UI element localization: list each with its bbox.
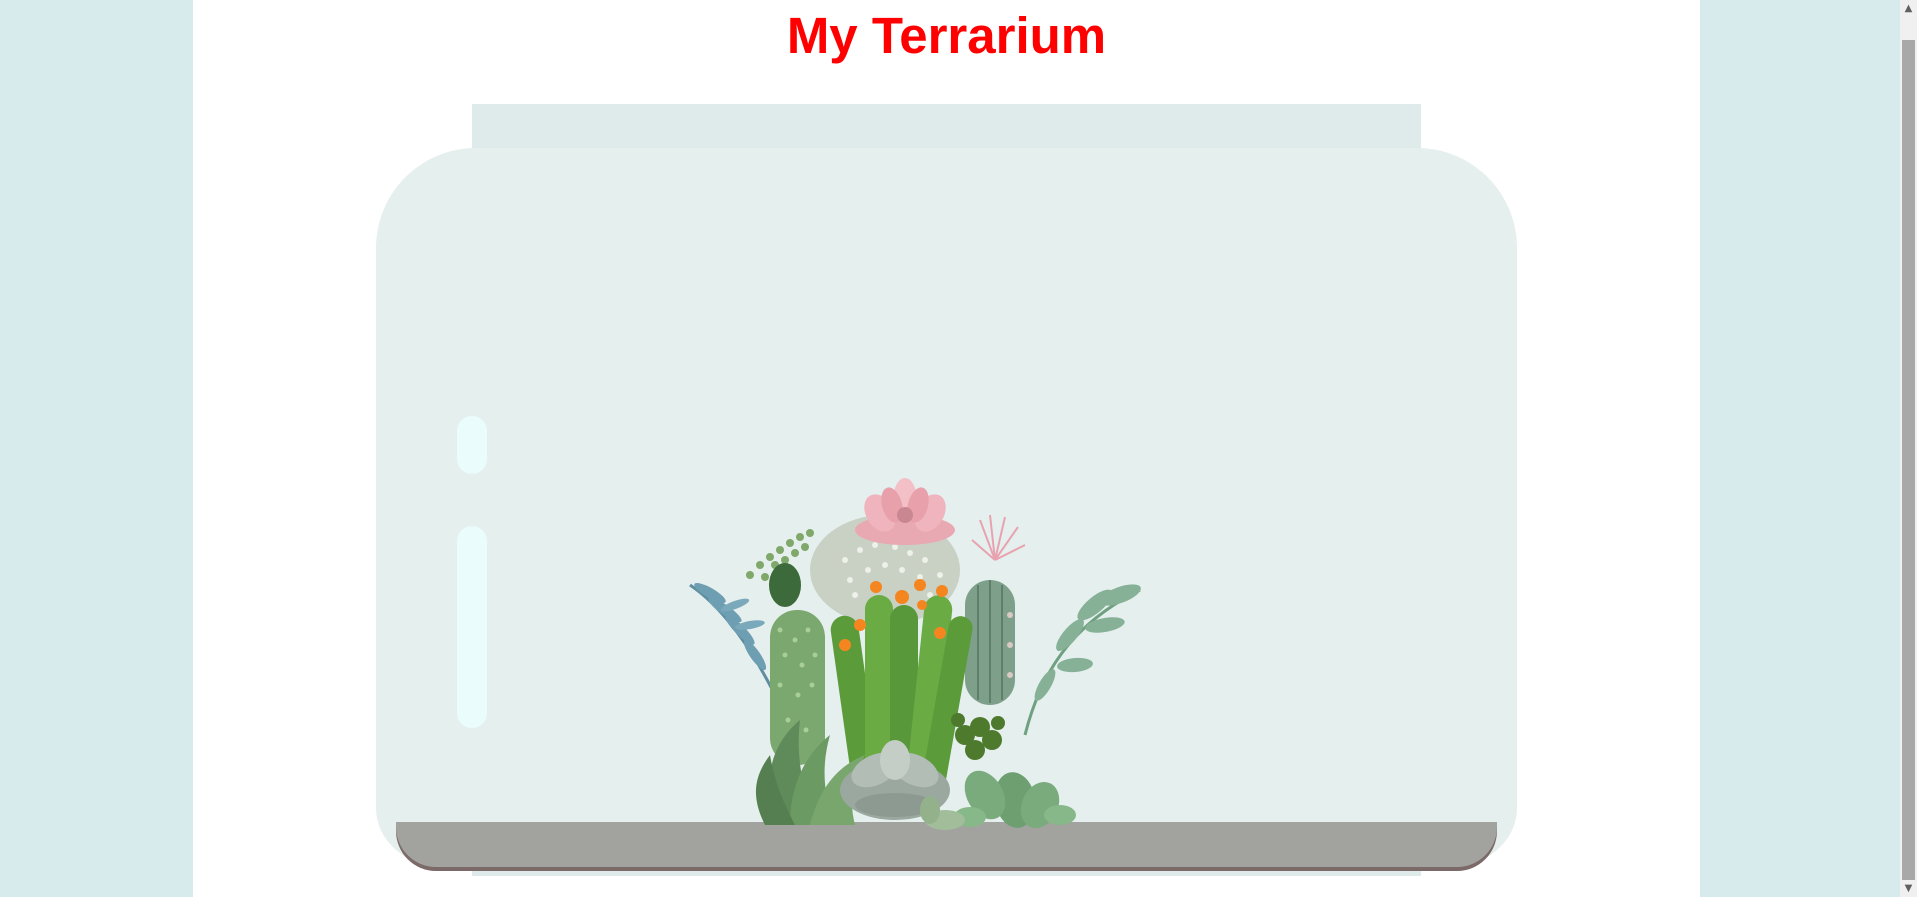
green-rosette-succulent-plant[interactable] <box>954 763 1076 834</box>
spiky-pink-flower-cactus-plant[interactable] <box>965 514 1026 705</box>
jar-lid <box>472 104 1421 150</box>
small-dark-green-plant[interactable] <box>951 713 1005 760</box>
scroll-down-arrow-icon[interactable]: ▼ <box>1900 880 1917 897</box>
green-leaf-stem-plant[interactable] <box>1023 580 1143 736</box>
pink-succulent-plant[interactable] <box>855 478 955 545</box>
vertical-scrollbar[interactable]: ▲ ▼ <box>1900 0 1917 897</box>
scroll-up-arrow-icon[interactable]: ▲ <box>1900 0 1917 17</box>
blue-leaf-stem-plant[interactable] <box>689 580 777 696</box>
jar-glare-small <box>457 416 487 474</box>
page-title: My Terrarium <box>786 7 1107 64</box>
jar-glare-long <box>457 526 487 728</box>
scroll-thumb[interactable] <box>1902 40 1915 880</box>
plant-group <box>689 478 1143 834</box>
